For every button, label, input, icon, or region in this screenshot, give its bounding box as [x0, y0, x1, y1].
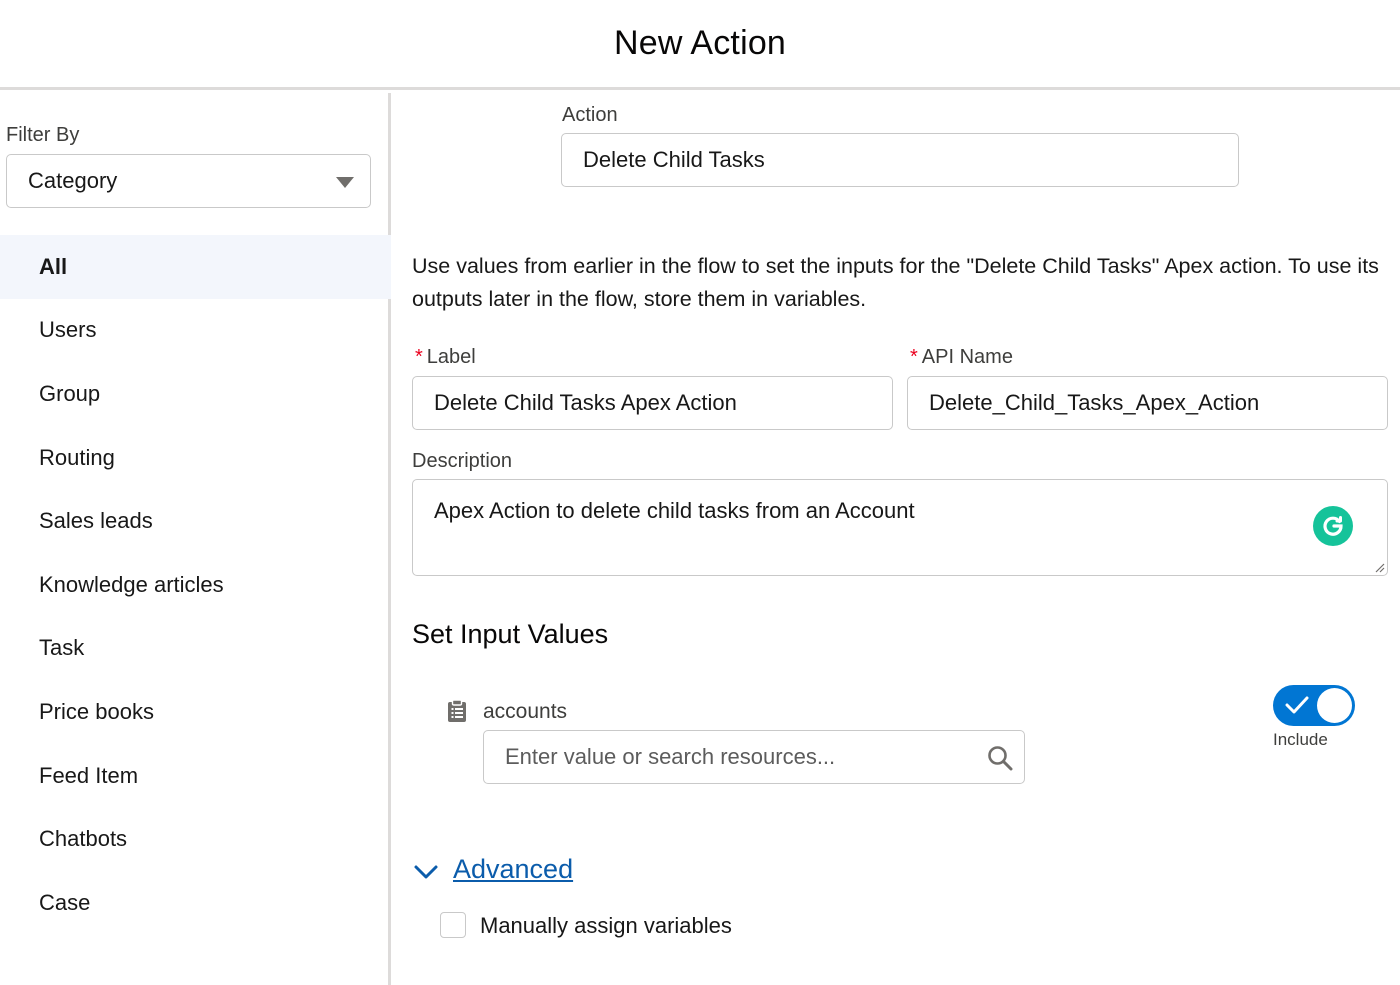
advanced-section-toggle[interactable]: Advanced — [453, 854, 573, 885]
category-sidebar: Filter By Category All Users Group Routi… — [0, 93, 391, 985]
api-name-input[interactable]: Delete_Child_Tasks_Apex_Action — [907, 376, 1388, 430]
description-value: Apex Action to delete child tasks from a… — [434, 498, 915, 523]
accounts-value-input[interactable]: Enter value or search resources... — [483, 730, 1025, 784]
resize-handle-icon[interactable] — [1373, 561, 1385, 573]
include-toggle-label: Include — [1273, 730, 1328, 749]
category-item-price-books[interactable]: Price books — [0, 680, 391, 744]
category-list: All Users Group Routing Sales leads Know… — [0, 235, 391, 935]
api-name-field-label-text: API Name — [921, 346, 1013, 368]
category-item-users[interactable]: Users — [0, 299, 391, 363]
category-item-sales-leads[interactable]: Sales leads — [0, 489, 391, 553]
description-label: Description — [412, 450, 513, 472]
modal-header: New Action — [0, 0, 1400, 90]
category-item-task[interactable]: Task — [0, 617, 391, 681]
category-item-chatbots[interactable]: Chatbots — [0, 807, 391, 871]
api-name-field-label: * API Name — [910, 346, 1013, 369]
set-input-values-title: Set Input Values — [412, 619, 609, 649]
caret-down-icon — [336, 177, 354, 188]
action-input[interactable]: Delete Child Tasks — [561, 133, 1239, 187]
check-icon — [1285, 696, 1309, 714]
category-item-routing[interactable]: Routing — [0, 426, 391, 490]
category-item-case[interactable]: Case — [0, 871, 391, 935]
label-field-label-text: Label — [426, 346, 476, 368]
required-marker: * — [415, 346, 423, 368]
manually-assign-checkbox[interactable] — [440, 912, 466, 938]
search-icon[interactable] — [986, 744, 1014, 772]
grammarly-icon[interactable] — [1313, 506, 1353, 546]
category-item-group[interactable]: Group — [0, 362, 391, 426]
include-toggle[interactable] — [1273, 685, 1355, 726]
toggle-knob — [1317, 688, 1352, 723]
required-marker: * — [910, 346, 918, 368]
category-item-knowledge-articles[interactable]: Knowledge articles — [0, 553, 391, 617]
label-input[interactable]: Delete Child Tasks Apex Action — [412, 376, 893, 430]
category-item-feed-item[interactable]: Feed Item — [0, 744, 391, 808]
filter-category-select[interactable]: Category — [6, 154, 371, 208]
intro-text: Use values from earlier in the flow to s… — [412, 254, 1379, 311]
api-name-input-value: Delete_Child_Tasks_Apex_Action — [929, 390, 1260, 415]
description-textarea[interactable]: Apex Action to delete child tasks from a… — [412, 479, 1388, 576]
action-label: Action — [562, 104, 618, 126]
clipboard-icon — [448, 699, 466, 722]
accounts-input-placeholder: Enter value or search resources... — [505, 744, 836, 769]
manually-assign-label: Manually assign variables — [480, 913, 732, 938]
page-title: New Action — [613, 24, 787, 62]
chevron-down-icon[interactable] — [413, 859, 439, 885]
category-item-all[interactable]: All — [0, 235, 391, 299]
accounts-param-label: accounts — [483, 700, 568, 723]
label-field-label: * Label — [415, 346, 476, 369]
label-input-value: Delete Child Tasks Apex Action — [434, 390, 737, 415]
action-config-panel: Action Delete Child Tasks Use values fro… — [394, 93, 1400, 985]
action-input-value: Delete Child Tasks — [583, 147, 765, 172]
filter-by-label: Filter By — [6, 124, 80, 146]
filter-select-value: Category — [28, 168, 118, 193]
